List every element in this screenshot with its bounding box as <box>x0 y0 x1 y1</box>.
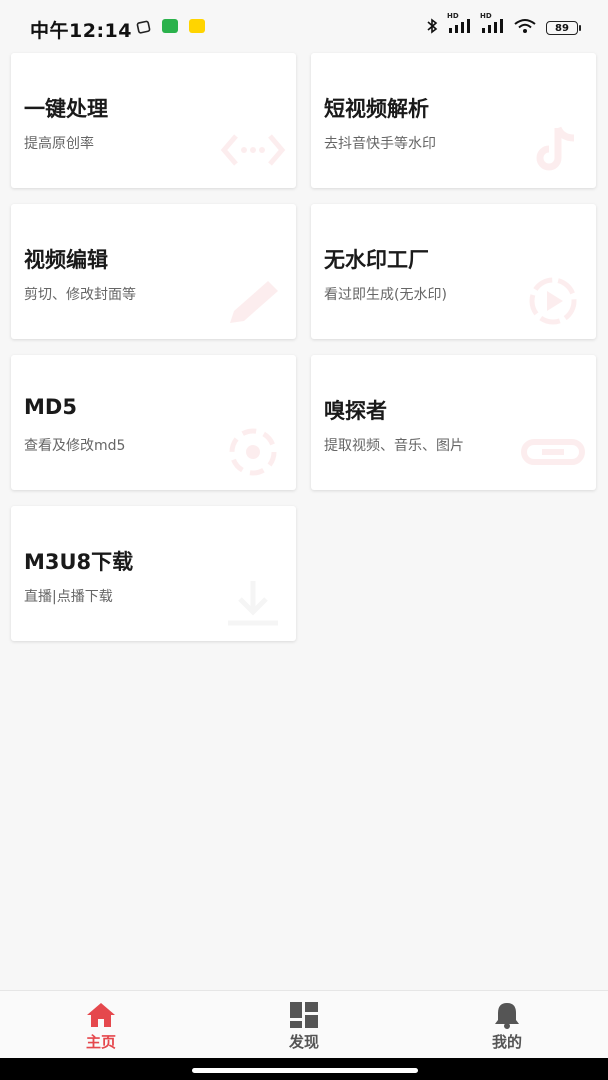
home-indicator[interactable] <box>192 1068 418 1073</box>
code-icon <box>220 126 286 174</box>
wifi-icon <box>513 18 537 38</box>
card-video-edit[interactable]: 视频编辑 剪切、修改封面等 <box>11 204 296 339</box>
signal-icon: HD <box>447 12 471 38</box>
status-time: 中午12:14 <box>30 20 132 42</box>
card-short-video-parse[interactable]: 短视频解析 去抖音快手等水印 <box>311 53 596 188</box>
card-subtitle: 剪切、修改封面等 <box>24 287 136 303</box>
record-icon <box>220 428 286 476</box>
grid-icon <box>289 1001 319 1029</box>
card-subtitle: 直播|点播下载 <box>24 589 113 605</box>
card-m3u8-download[interactable]: M3U8下载 直播|点播下载 <box>11 506 296 641</box>
card-title: 视频编辑 <box>24 248 108 272</box>
bell-icon <box>492 1001 522 1029</box>
card-sniffer[interactable]: 嗅探者 提取视频、音乐、图片 <box>311 355 596 490</box>
bottom-navigation: 主页 发现 我的 <box>0 990 608 1059</box>
pencil-icon <box>220 277 286 325</box>
nav-label-discover: 发现 <box>288 1033 319 1051</box>
nav-item-mine[interactable]: 我的 <box>406 991 608 1059</box>
card-subtitle: 去抖音快手等水印 <box>324 136 436 152</box>
bluetooth-icon <box>426 18 438 38</box>
card-title: MD5 <box>24 395 77 419</box>
card-subtitle: 看过即生成(无水印) <box>324 287 447 303</box>
nav-label-mine: 我的 <box>491 1033 522 1051</box>
card-no-watermark-factory[interactable]: 无水印工厂 看过即生成(无水印) <box>311 204 596 339</box>
play-icon <box>520 277 586 325</box>
card-one-click-process[interactable]: 一键处理 提高原创率 <box>11 53 296 188</box>
battery-indicator: 89 <box>546 21 581 35</box>
card-subtitle: 提取视频、音乐、图片 <box>324 438 464 454</box>
card-title: 嗅探者 <box>324 399 387 423</box>
signal-icon-2: HD <box>480 12 504 38</box>
status-bar: 中午12:14 HD HD 89 <box>0 0 608 52</box>
link-icon <box>520 428 586 476</box>
app-notification-icon <box>189 19 205 33</box>
home-icon <box>86 1001 116 1029</box>
card-md5[interactable]: MD5 查看及修改md5 <box>11 355 296 490</box>
download-icon <box>220 579 286 627</box>
wechat-notification-icon <box>162 19 178 33</box>
card-title: M3U8下载 <box>24 550 134 574</box>
tablet-notification-icon <box>136 19 152 34</box>
card-subtitle: 查看及修改md5 <box>24 438 126 454</box>
card-title: 一键处理 <box>24 97 108 121</box>
card-title: 无水印工厂 <box>324 248 429 272</box>
nav-item-discover[interactable]: 发现 <box>203 991 405 1059</box>
nav-item-home[interactable]: 主页 <box>0 991 202 1059</box>
card-subtitle: 提高原创率 <box>24 136 94 152</box>
nav-label-home: 主页 <box>85 1033 116 1051</box>
network-type-label-2: HD <box>480 12 492 20</box>
network-type-label: HD <box>447 12 459 20</box>
tiktok-icon <box>520 126 586 174</box>
card-title: 短视频解析 <box>324 97 429 121</box>
